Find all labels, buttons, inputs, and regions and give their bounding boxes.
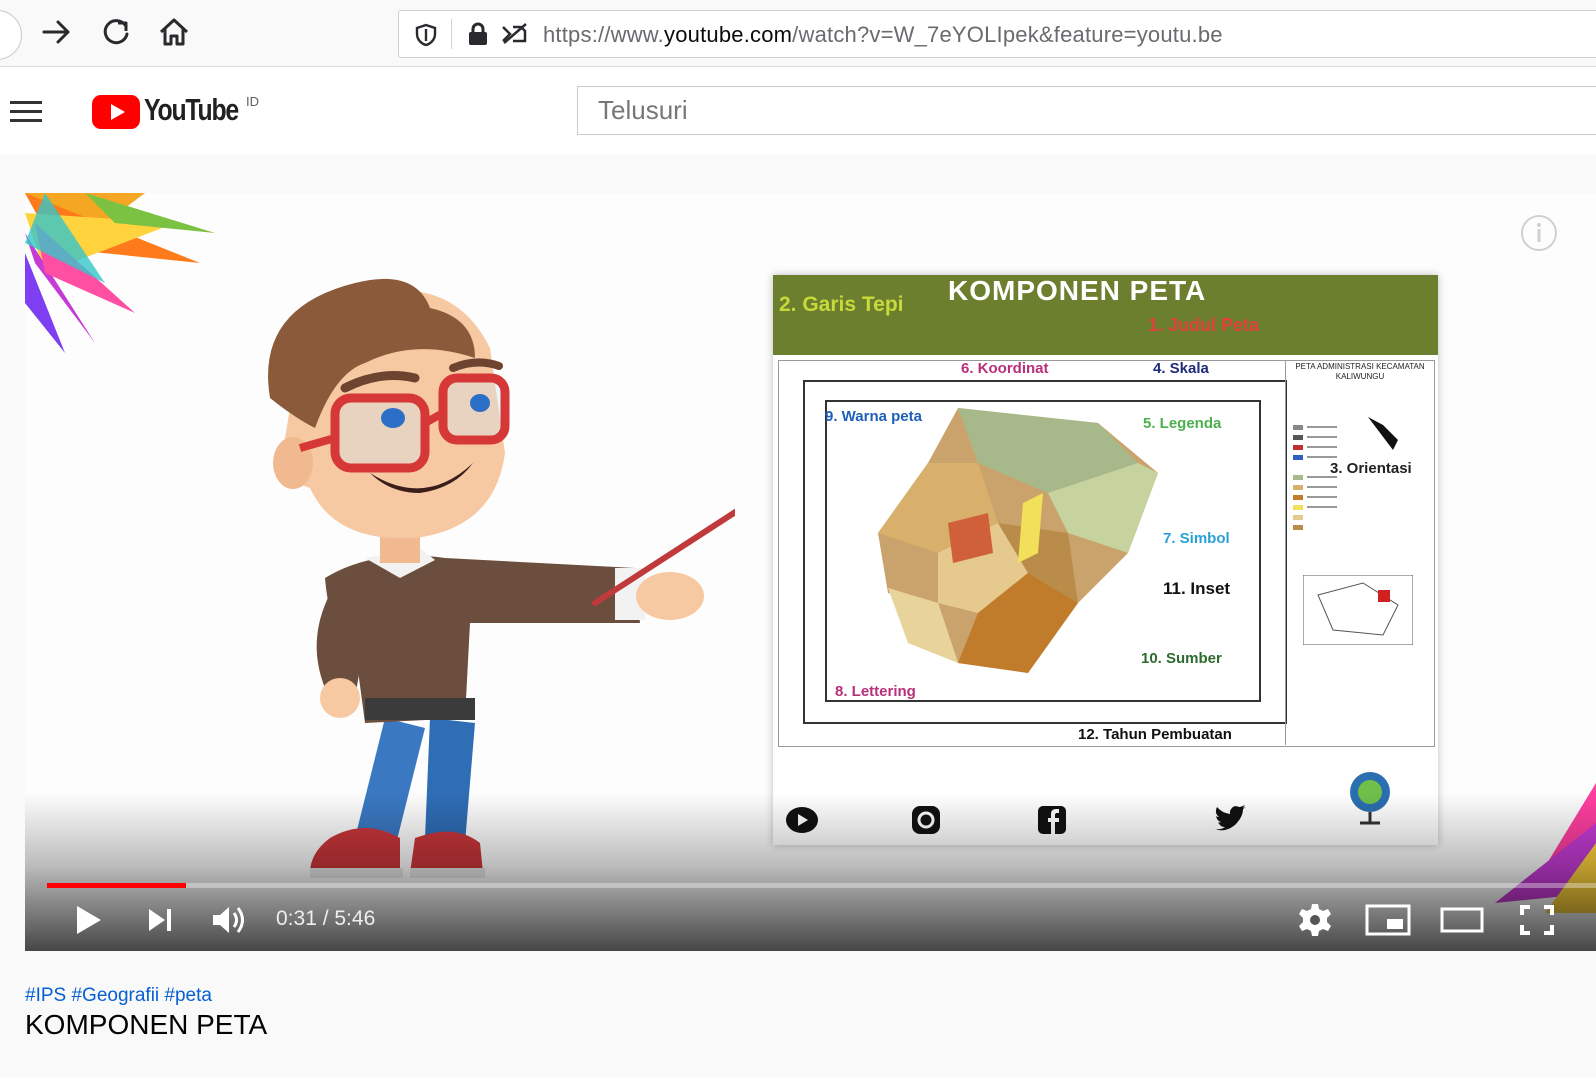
label-koordinat: 6. Koordinat	[961, 360, 1049, 377]
theater-icon	[1440, 907, 1484, 933]
url-prefix: https://www.	[543, 22, 664, 47]
next-button[interactable]	[135, 895, 185, 945]
forward-icon	[42, 20, 70, 44]
legend-swatches	[1293, 425, 1337, 530]
time-display: 0:31 / 5:46	[276, 907, 376, 930]
map-legend-panel	[1285, 360, 1434, 745]
reload-icon	[103, 19, 129, 45]
info-icon[interactable]	[1519, 213, 1559, 253]
label-tahun: 12. Tahun Pembuatan	[1078, 726, 1232, 743]
video-player[interactable]: KOMPONEN PETA 2. Garis Tepi 1. Judul Pet…	[25, 193, 1596, 951]
miniplayer-button[interactable]	[1363, 895, 1413, 945]
settings-icon	[1299, 904, 1331, 936]
decorative-splash-top-left	[25, 193, 215, 353]
label-legenda: 5. Legenda	[1143, 415, 1222, 432]
url-path: /watch?v=W_7eYOLIpek&feature=youtu.be	[792, 22, 1223, 47]
play-logo-icon	[92, 95, 140, 129]
map-slide: KOMPONEN PETA 2. Garis Tepi 1. Judul Pet…	[773, 275, 1438, 845]
label-lettering: 8. Lettering	[835, 683, 916, 700]
presenter-illustration	[268, 278, 735, 878]
label-judul: 1. Judul Peta	[1148, 315, 1260, 335]
home-button[interactable]	[154, 12, 194, 52]
miniplayer-icon	[1365, 904, 1411, 936]
inset-map-icon	[1303, 575, 1413, 645]
hamburger-icon	[10, 101, 42, 122]
map-header: PETA ADMINISTRASI KECAMATAN KALIWUNGU	[1295, 362, 1425, 381]
shield-icon	[415, 23, 437, 47]
label-sumber: 10. Sumber	[1141, 650, 1222, 667]
browser-toolbar: https://www.youtube.com/watch?v=W_7eYOLI…	[0, 0, 1596, 67]
progress-played	[47, 883, 187, 888]
play-icon	[77, 906, 101, 934]
url-text[interactable]: https://www.youtube.com/watch?v=W_7eYOLI…	[543, 22, 1223, 48]
label-warna: 9. Warna peta	[825, 408, 922, 425]
label-skala: 4. Skala	[1153, 360, 1209, 377]
theater-mode-button[interactable]	[1437, 895, 1487, 945]
volume-icon	[213, 907, 244, 933]
logo-wordmark: YouTube	[144, 92, 239, 127]
label-simbol: 7. Simbol	[1163, 530, 1230, 547]
fullscreen-icon	[1520, 905, 1554, 935]
video-title: KOMPONEN PETA	[25, 1009, 268, 1040]
video-hashtags[interactable]: #IPS #Geografii #peta	[25, 985, 212, 1007]
controls-gradient	[25, 793, 1596, 951]
home-icon	[159, 18, 189, 46]
play-button[interactable]	[63, 895, 113, 945]
search-input[interactable]	[578, 87, 1596, 134]
url-divider	[451, 19, 452, 49]
label-garis-tepi: 2. Garis Tepi	[779, 293, 904, 316]
slide-title: KOMPONEN PETA	[948, 275, 1207, 306]
reload-button[interactable]	[96, 12, 136, 52]
forward-button[interactable]	[37, 12, 77, 52]
youtube-logo[interactable]: YouTube ID	[92, 89, 272, 133]
guide-menu-button[interactable]	[8, 97, 46, 127]
permissions-icon[interactable]	[499, 21, 531, 47]
north-arrow-icon	[1368, 417, 1398, 450]
volume-button[interactable]	[205, 895, 255, 945]
url-bar[interactable]: https://www.youtube.com/watch?v=W_7eYOLI…	[398, 10, 1596, 58]
fullscreen-button[interactable]	[1512, 895, 1562, 945]
next-icon	[149, 909, 171, 931]
back-button[interactable]	[0, 10, 22, 60]
url-domain: youtube.com	[664, 22, 793, 47]
settings-button[interactable]	[1290, 895, 1340, 945]
lock-icon[interactable]	[467, 22, 489, 46]
search-box[interactable]	[577, 86, 1596, 135]
progress-bar[interactable]	[47, 883, 1596, 888]
logo-country-code: ID	[246, 94, 259, 109]
youtube-header: YouTube ID	[0, 67, 1596, 155]
label-inset: 11. Inset	[1163, 579, 1231, 598]
